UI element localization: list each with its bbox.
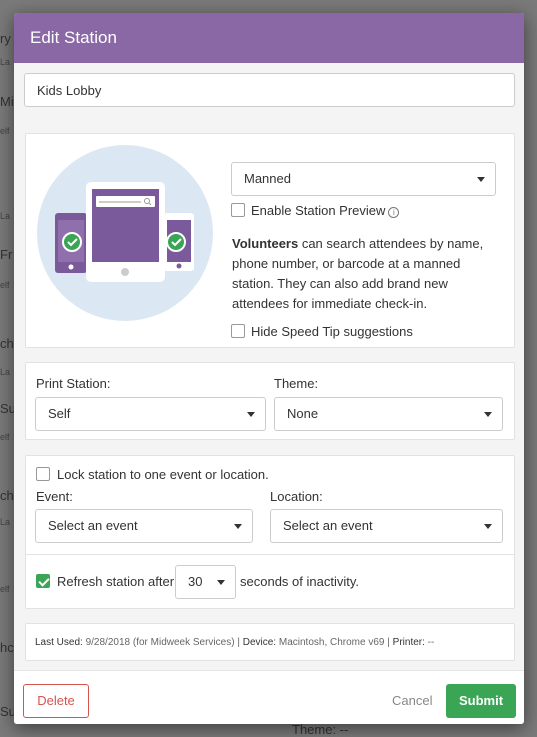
- last-used-label: Last Used:: [35, 637, 83, 648]
- lock-station-label: Lock station to one event or location.: [57, 467, 269, 482]
- divider: [26, 554, 514, 555]
- station-mode-select[interactable]: Manned: [231, 162, 496, 196]
- refresh-prefix: Refresh station after: [57, 574, 175, 589]
- delete-button[interactable]: Delete: [23, 684, 89, 718]
- printer-value: --: [427, 637, 435, 648]
- meta-separator: |: [237, 637, 240, 648]
- mode-description: Volunteers can search attendees by name,…: [232, 234, 502, 314]
- station-meta-panel: Last Used: 9/28/2018 (for Midweek Servic…: [25, 623, 515, 661]
- last-used-value: 9/28/2018 (for Midweek Services): [85, 637, 235, 648]
- event-select[interactable]: Select an event: [35, 509, 253, 543]
- refresh-suffix: seconds of inactivity.: [240, 574, 359, 589]
- edit-station-modal: Edit Station Kids Lobby Manned Enable St…: [14, 13, 524, 724]
- event-value: Select an event: [48, 518, 138, 533]
- lock-refresh-panel: Lock station to one event or location. E…: [25, 455, 515, 609]
- enable-preview-text: Enable Station Preview: [251, 203, 386, 218]
- location-select[interactable]: Select an event: [270, 509, 503, 543]
- modal-footer: Delete Cancel Submit: [14, 670, 524, 724]
- print-station-value: Self: [48, 406, 71, 421]
- modal-body: Manned Enable Station Previewi Volunteer…: [14, 63, 524, 670]
- print-theme-panel: Print Station: Self Theme: None: [25, 362, 515, 440]
- print-station-label: Print Station:: [36, 376, 111, 391]
- location-value: Select an event: [283, 518, 373, 533]
- station-meta-line: Last Used: 9/28/2018 (for Midweek Servic…: [35, 637, 434, 648]
- station-mode-value: Manned: [244, 171, 291, 186]
- printer-label: Printer:: [392, 637, 425, 648]
- hide-speed-tips-label: Hide Speed Tip suggestions: [251, 324, 413, 339]
- station-illustration: [37, 145, 213, 321]
- meta-separator: |: [387, 637, 390, 648]
- chevron-down-icon: [477, 177, 485, 182]
- hide-speed-tips-checkbox[interactable]: [231, 324, 245, 338]
- station-name-input[interactable]: [24, 73, 515, 107]
- enable-preview-label: Enable Station Preview i: [251, 203, 400, 218]
- theme-label: Theme:: [274, 376, 319, 391]
- event-label: Event:: [36, 489, 73, 504]
- info-icon[interactable]: i: [388, 207, 400, 218]
- lock-station-checkbox[interactable]: [36, 467, 50, 481]
- chevron-down-icon: [234, 524, 242, 529]
- chevron-down-icon: [484, 524, 492, 529]
- chevron-down-icon: [217, 580, 225, 585]
- theme-select[interactable]: None: [274, 397, 503, 431]
- device-label: Device:: [242, 637, 277, 648]
- chevron-down-icon: [484, 412, 492, 417]
- station-mode-panel: Manned Enable Station Preview i Volunteer…: [25, 133, 515, 348]
- device-value: Macintosh, Chrome v69: [278, 637, 385, 648]
- refresh-station-checkbox[interactable]: [36, 574, 50, 588]
- location-label: Location:: [270, 489, 323, 504]
- theme-value: None: [287, 406, 319, 421]
- chevron-down-icon: [247, 412, 255, 417]
- refresh-seconds-value: 30: [188, 574, 203, 589]
- refresh-seconds-select[interactable]: 30: [175, 565, 236, 599]
- print-station-select[interactable]: Self: [35, 397, 266, 431]
- submit-button[interactable]: Submit: [446, 684, 516, 718]
- modal-title: Edit Station: [14, 13, 524, 63]
- description-bold: Volunteers: [232, 236, 299, 251]
- enable-preview-checkbox[interactable]: [231, 203, 245, 217]
- cancel-button[interactable]: Cancel: [392, 684, 432, 718]
